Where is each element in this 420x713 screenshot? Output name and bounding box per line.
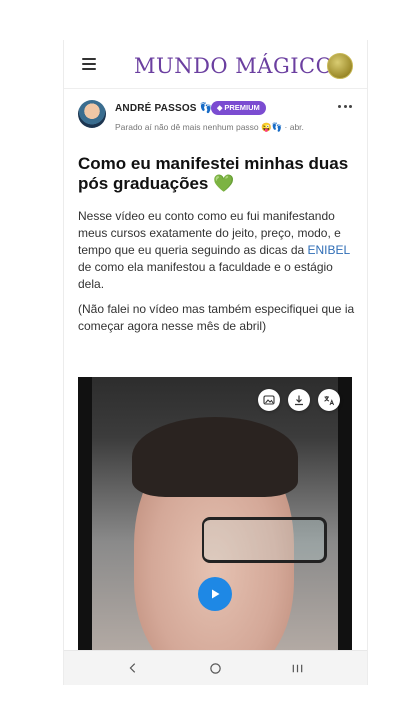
video-player[interactable] [78, 377, 352, 652]
premium-label: PREMIUM [224, 103, 260, 112]
app-frame: MUNDO MÁGICO ANDRÉ PASSOS 👣 ◆ PREMIUM Par… [63, 40, 368, 685]
video-subject-hair [132, 417, 298, 497]
translate-icon[interactable] [318, 389, 340, 411]
hamburger-icon[interactable] [82, 58, 96, 70]
paragraph-1-text-end: de como ela manifestou a faculdade e o e… [78, 260, 333, 291]
more-options-icon[interactable] [336, 102, 354, 112]
premium-badge: ◆ PREMIUM [211, 101, 266, 115]
download-icon[interactable] [288, 389, 310, 411]
mention-link[interactable]: ENIBEL [308, 243, 350, 257]
author-avatar[interactable] [78, 100, 106, 128]
post-paragraph-1: Nesse vídeo eu conto como eu fui manifes… [78, 208, 356, 293]
post-paragraph-2: (Não falei no vídeo mas também especifiq… [78, 302, 355, 333]
post-header: ANDRÉ PASSOS 👣 ◆ PREMIUM Parado aí não dê… [78, 100, 358, 148]
video-subject-glasses [202, 517, 327, 563]
paragraph-1-text: Nesse vídeo eu conto como eu fui manifes… [78, 209, 341, 257]
brand-logo[interactable]: MUNDO MÁGICO [134, 52, 333, 80]
post-title: Como eu manifestei minhas duas pós gradu… [78, 154, 349, 193]
gem-icon: ◆ [217, 105, 223, 112]
post-body: Nesse vídeo eu conto como eu fui manifes… [78, 208, 356, 343]
author-name[interactable]: ANDRÉ PASSOS 👣 [115, 103, 212, 114]
play-icon[interactable] [198, 577, 232, 611]
home-icon[interactable] [206, 659, 224, 677]
recents-icon[interactable] [288, 659, 306, 677]
top-header: MUNDO MÁGICO [64, 40, 367, 89]
profile-avatar[interactable] [327, 53, 353, 79]
author-status: Parado aí não dê mais nenhum passo 😜👣 · … [115, 122, 304, 132]
system-nav-bar [64, 650, 367, 685]
back-icon[interactable] [124, 659, 142, 677]
image-icon[interactable] [258, 389, 280, 411]
